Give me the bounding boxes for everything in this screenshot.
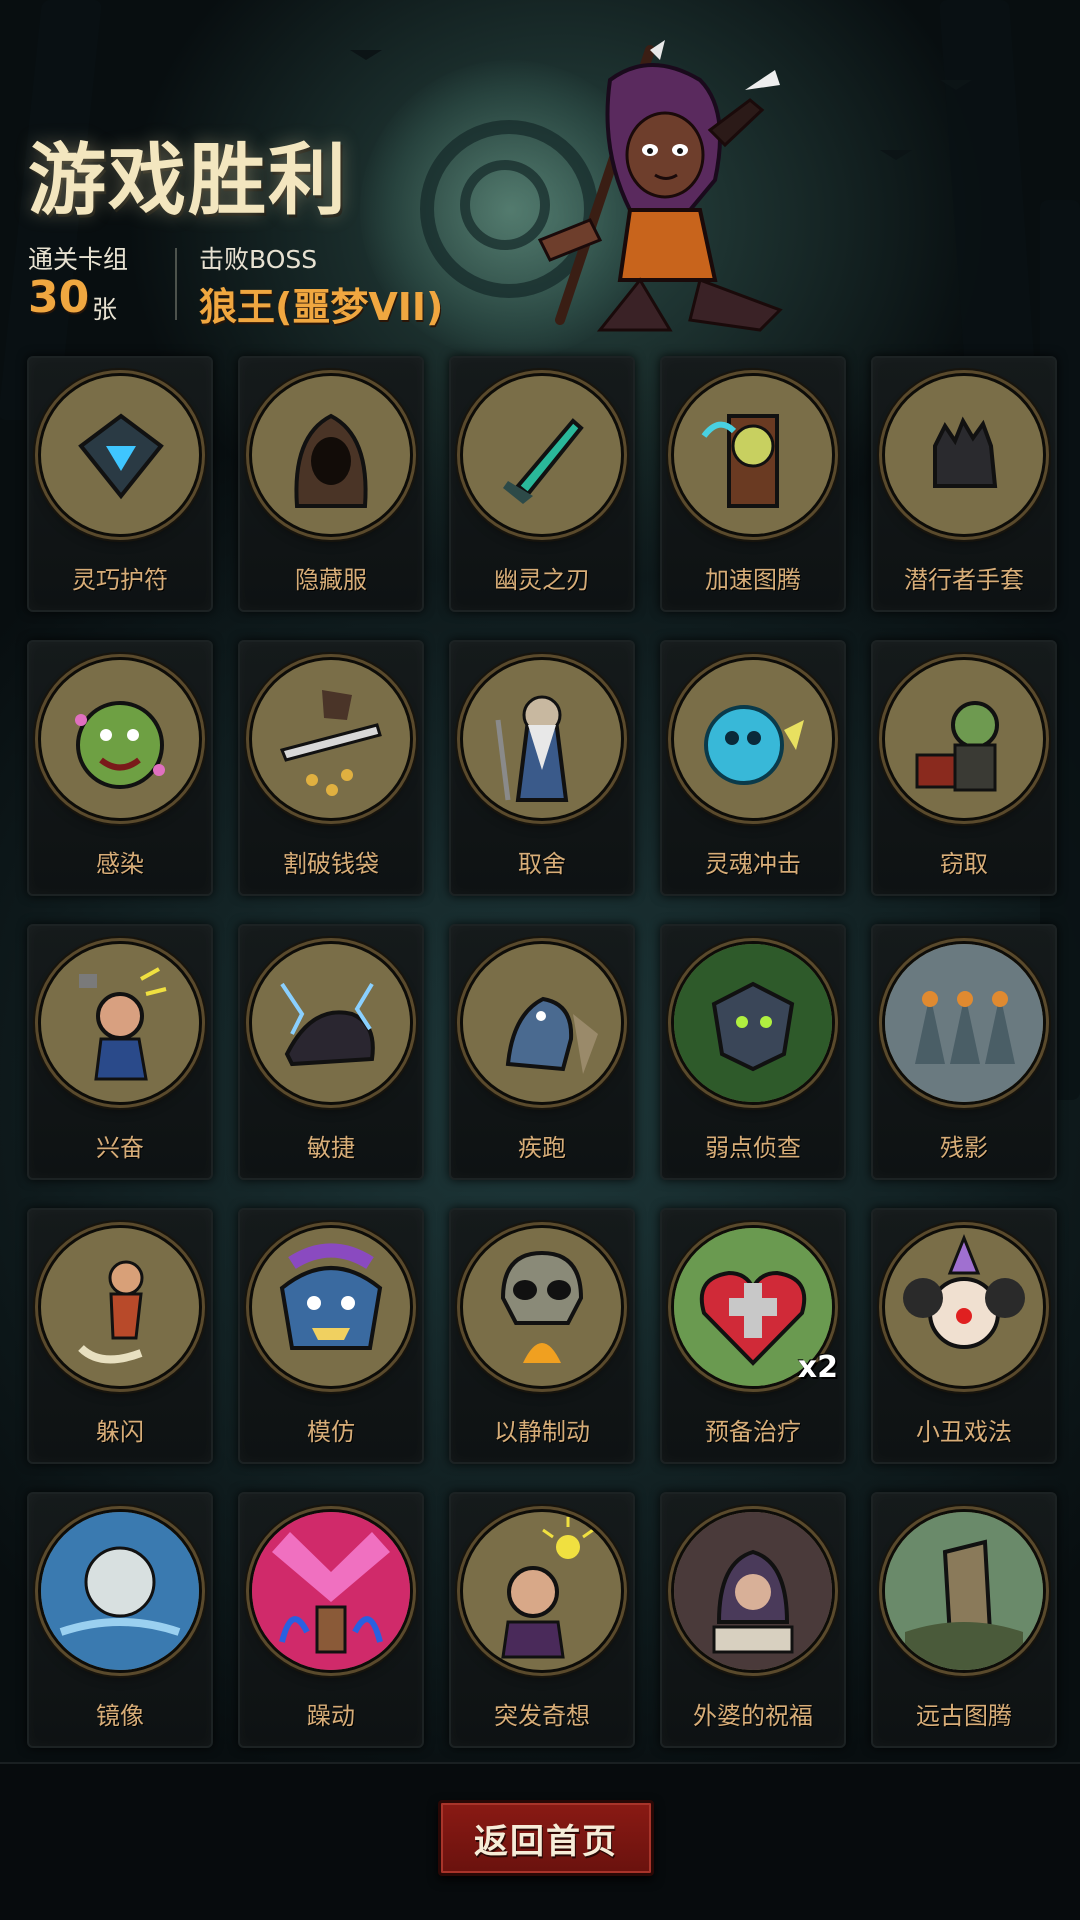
- boss-label: 击败BOSS: [199, 245, 318, 274]
- card-label: 弱点侦查: [705, 1134, 801, 1162]
- deck-count: 30: [28, 272, 90, 323]
- clown-icon: [885, 1228, 1043, 1386]
- ancient-totem-icon: [885, 1512, 1043, 1670]
- card-17[interactable]: 模仿: [238, 1208, 424, 1464]
- card-22[interactable]: 躁动: [238, 1492, 424, 1748]
- card-label: 预备治疗: [705, 1418, 801, 1446]
- card-label: 感染: [96, 850, 144, 878]
- cut-purse-icon: [252, 660, 410, 818]
- card-label: 外婆的祝福: [693, 1702, 813, 1730]
- card-11[interactable]: 兴奋: [27, 924, 213, 1180]
- card-18[interactable]: 以静制动: [449, 1208, 635, 1464]
- card-1[interactable]: 灵巧护符: [27, 356, 213, 612]
- dodge-girl-icon: [41, 1228, 199, 1386]
- excited-dwarf-icon: [41, 944, 199, 1102]
- card-25[interactable]: 远古图腾: [871, 1492, 1057, 1748]
- card-9[interactable]: 灵魂冲击: [660, 640, 846, 896]
- card-label: 疾跑: [518, 1134, 566, 1162]
- skull-flame-icon: [463, 1228, 621, 1386]
- card-10[interactable]: 窃取: [871, 640, 1057, 896]
- wizard-icon: [463, 660, 621, 818]
- bat-icon: [940, 80, 972, 90]
- card-label: 幽灵之刃: [494, 566, 590, 594]
- clock-totem-icon: [674, 376, 832, 534]
- grandma-icon: [674, 1512, 832, 1670]
- card-5[interactable]: 潜行者手套: [871, 356, 1057, 612]
- card-label: 躲闪: [96, 1418, 144, 1446]
- amulet-icon: [41, 376, 199, 534]
- card-14[interactable]: 弱点侦查: [660, 924, 846, 1180]
- card-20[interactable]: 小丑戏法: [871, 1208, 1057, 1464]
- card-13[interactable]: 疾跑: [449, 924, 635, 1180]
- goblin-face-icon: [252, 1228, 410, 1386]
- card-23[interactable]: 突发奇想: [449, 1492, 635, 1748]
- card-label: 远古图腾: [916, 1702, 1012, 1730]
- card-label: 躁动: [307, 1702, 355, 1730]
- card-8[interactable]: 取舍: [449, 640, 635, 896]
- card-15[interactable]: 残影: [871, 924, 1057, 1180]
- card-7[interactable]: 割破钱袋: [238, 640, 424, 896]
- return-home-button[interactable]: 返回首页: [438, 1800, 654, 1876]
- card-label: 残影: [940, 1134, 988, 1162]
- running-wolf-icon: [463, 944, 621, 1102]
- card-24[interactable]: 外婆的祝福: [660, 1492, 846, 1748]
- card-19[interactable]: 预备治疗 x2: [660, 1208, 846, 1464]
- afterimage-icon: [885, 944, 1043, 1102]
- hooded-archer-illustration: [537, 40, 783, 332]
- card-16[interactable]: 躲闪: [27, 1208, 213, 1464]
- infected-monster-icon: [41, 660, 199, 818]
- header-divider: [175, 248, 177, 320]
- deck-label: 通关卡组: [28, 245, 129, 274]
- card-21[interactable]: 镜像: [27, 1492, 213, 1748]
- mirror-moon-icon: [41, 1512, 199, 1670]
- ghost-blade-icon: [463, 376, 621, 534]
- panther-icon: [252, 944, 410, 1102]
- card-12[interactable]: 敏捷: [238, 924, 424, 1180]
- card-label: 割破钱袋: [283, 850, 379, 878]
- frenzy-icon: [252, 1512, 410, 1670]
- bat-icon: [350, 50, 382, 60]
- card-2[interactable]: 隐藏服: [238, 356, 424, 612]
- card-label: 模仿: [307, 1418, 355, 1446]
- card-3[interactable]: 幽灵之刃: [449, 356, 635, 612]
- card-6[interactable]: 感染: [27, 640, 213, 896]
- idea-scholar-icon: [463, 1512, 621, 1670]
- card-label: 敏捷: [307, 1134, 355, 1162]
- card-label: 灵魂冲击: [705, 850, 801, 878]
- glove-icon: [885, 376, 1043, 534]
- card-label: 以静制动: [494, 1418, 590, 1446]
- wolf-face-icon: [674, 944, 832, 1102]
- card-label: 窃取: [940, 850, 988, 878]
- card-count-badge: x2: [797, 1350, 838, 1385]
- card-label: 兴奋: [96, 1134, 144, 1162]
- bat-icon: [880, 150, 912, 160]
- card-label: 突发奇想: [494, 1702, 590, 1730]
- hood-cloak-icon: [252, 376, 410, 534]
- card-label: 小丑戏法: [916, 1418, 1012, 1446]
- card-label: 隐藏服: [295, 566, 367, 594]
- soul-blast-icon: [674, 660, 832, 818]
- goblin-thief-icon: [885, 660, 1043, 818]
- card-label: 镜像: [96, 1702, 144, 1730]
- deck-unit: 张: [92, 295, 118, 324]
- card-label: 加速图腾: [705, 566, 801, 594]
- victory-title: 游戏胜利: [28, 136, 349, 226]
- card-label: 取舍: [518, 850, 566, 878]
- card-4[interactable]: 加速图腾: [660, 356, 846, 612]
- game-victory-screen: 游戏胜利 通关卡组 30 张 击败BOSS 狼王(噩梦VII) 灵巧护符 隐藏服 幽…: [0, 0, 1080, 1920]
- card-label: 潜行者手套: [904, 566, 1024, 594]
- card-label: 灵巧护符: [72, 566, 168, 594]
- boss-name: 狼王(噩梦VII): [199, 285, 444, 329]
